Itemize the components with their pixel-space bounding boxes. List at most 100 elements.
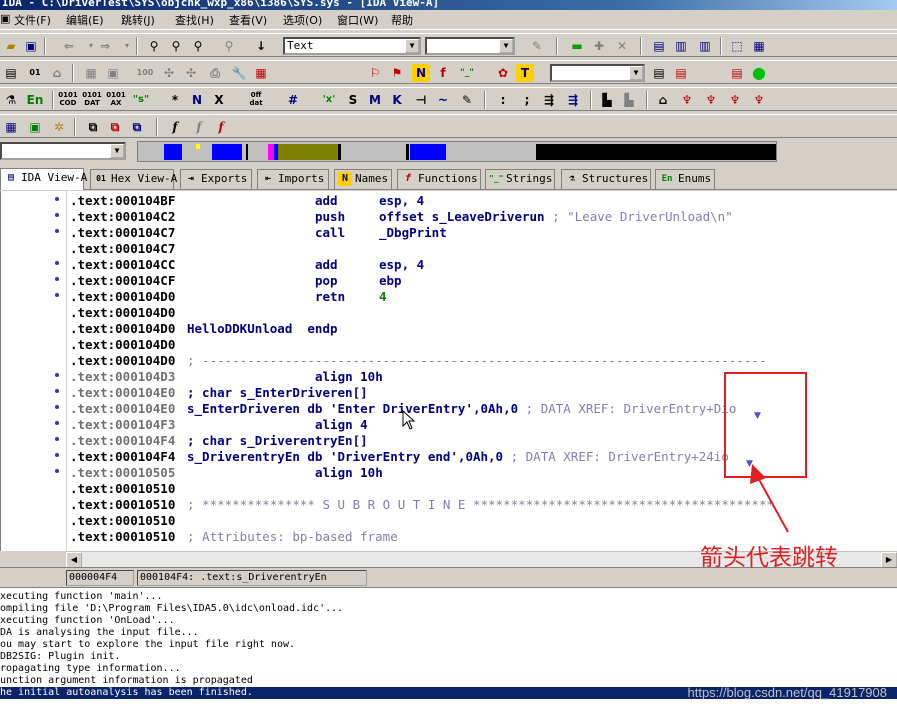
output-window[interactable]: xecuting function 'main'... ompiling fil… <box>0 587 897 711</box>
save-icon[interactable]: ▣ <box>22 37 40 55</box>
asm-line[interactable]: .text:000104F4 s_DriverentryEn db 'Driver… <box>70 449 729 465</box>
tab-strings[interactable]: "_" Strings <box>485 169 555 189</box>
bookmark-icon[interactable]: ▣ <box>104 64 122 82</box>
chevron-down-icon[interactable]: ▼ <box>629 66 643 80</box>
asm-line[interactable]: .text:000104D3 align 10h <box>70 369 383 385</box>
unhide-icon[interactable]: ⇶ <box>564 91 582 109</box>
code-icon[interactable]: ⚗ <box>2 91 20 109</box>
asm-line[interactable]: .text:000104CC add esp, 4 <box>70 257 424 273</box>
hex-icon[interactable]: 100 <box>136 64 154 82</box>
asm-xref-comment[interactable]: ; DATA XREF: DriverEntry+24io <box>503 449 729 464</box>
asm-line[interactable]: .text:000104C7 <box>70 241 175 257</box>
function-end-icon[interactable]: f <box>212 118 230 136</box>
chevron-down-icon[interactable]: ▼ <box>499 39 513 53</box>
asm-line[interactable]: .text:000104D0 <box>70 305 175 321</box>
tab-names[interactable]: N Names <box>334 169 392 189</box>
function-edit-icon[interactable]: f <box>190 118 208 136</box>
scroll-left-icon[interactable]: ◀ <box>66 552 82 568</box>
make-ascii-icon[interactable]: 0101 AX <box>106 91 126 109</box>
asm-line[interactable]: .text:00010510 <box>70 513 175 529</box>
menu-options[interactable]: 选项(O) <box>283 12 322 28</box>
xref-user-icon[interactable]: ♆ <box>726 91 744 109</box>
wrench-icon[interactable]: 🔧 <box>230 64 248 82</box>
asm-line[interactable]: .text:000104E0 s_EnterDriveren db 'Enter … <box>70 401 736 417</box>
menu-window[interactable]: 窗口(W) <box>337 12 378 28</box>
paste-icon[interactable]: ⧉ <box>106 118 124 136</box>
open-icon[interactable]: ▰ <box>2 37 20 55</box>
tab-structures[interactable]: ⚗ Structures <box>561 169 651 189</box>
chart2-icon[interactable]: ▙ <box>620 91 638 109</box>
brush-icon[interactable]: ✎ <box>528 37 546 55</box>
tab-imports[interactable]: ⇤ Imports <box>257 169 329 189</box>
grid-icon[interactable]: ▦ <box>750 37 768 55</box>
calc-icon[interactable]: ▦ <box>82 64 100 82</box>
menu-search[interactable]: 查找(H) <box>175 12 214 28</box>
minus-icon[interactable]: ▬ <box>568 37 586 55</box>
app-menu-icon[interactable]: ▣ <box>0 12 10 25</box>
struct-offset-icon[interactable]: M <box>366 91 384 109</box>
segment-combo[interactable]: ▼ <box>550 64 645 82</box>
struct-edit-icon[interactable]: ⚑ <box>388 64 406 82</box>
asm-line[interactable]: .text:000104CF pop ebp <box>70 273 402 289</box>
asm-line[interactable]: .text:000104D0 <box>70 337 175 353</box>
scroll-right-icon[interactable]: ▶ <box>881 552 897 568</box>
asm-line[interactable]: .text:000104D0 HelloDDKUnload endp <box>70 321 338 337</box>
comment-icon[interactable]: : <box>494 91 512 109</box>
names-n-icon[interactable]: N <box>412 64 430 82</box>
xref-chart-icon[interactable]: ♆ <box>750 91 768 109</box>
char-icon[interactable]: 'x' <box>318 91 340 109</box>
menu-help[interactable]: 帮助 <box>391 12 413 28</box>
graph-icon[interactable]: ⬚ <box>728 37 746 55</box>
segment-select[interactable]: ▼ <box>0 142 126 160</box>
chevron-down-icon[interactable]: ▼ <box>110 144 124 158</box>
forward-icon[interactable]: ⇒ <box>96 37 114 55</box>
tile-horizontal-icon[interactable]: ▥ <box>672 37 690 55</box>
palette-icon[interactable]: ▦ <box>252 64 270 82</box>
negate-icon[interactable]: ⊣ <box>412 91 430 109</box>
bitwise-not-icon[interactable]: ~ <box>434 91 452 109</box>
asm-line[interactable]: .text:000104F4 ; char s_DriverentryEn[] <box>70 433 368 449</box>
search-next-icon[interactable]: ⚲ <box>167 37 185 55</box>
struct-icon[interactable]: ⚐ <box>366 64 384 82</box>
offset-icon[interactable]: 0ff dat <box>246 91 266 109</box>
collapse-icon[interactable]: ✣ <box>160 64 178 82</box>
search-text-icon[interactable]: ⚲ <box>189 37 207 55</box>
chevron-down-icon[interactable]: ▼ <box>405 39 419 53</box>
asm-line[interactable]: .text:000104BF add esp, 4 <box>70 193 424 209</box>
asm-line[interactable]: .text:00010510 <box>70 481 175 497</box>
tab-hex-view[interactable]: 01 Hex View-A <box>90 169 177 189</box>
tab-functions[interactable]: f Functions <box>397 169 481 189</box>
make-data-icon[interactable]: 0101 DAT <box>82 91 102 109</box>
repeat-comment-icon[interactable]: ; <box>518 91 536 109</box>
tab-exports[interactable]: ⇥ Exports <box>180 169 252 189</box>
search-immediate-icon[interactable]: ⚲ <box>220 37 238 55</box>
forward-dropdown-icon[interactable]: ▾ <box>118 37 136 55</box>
tab-enums[interactable]: En Enums <box>655 169 715 189</box>
print-icon[interactable]: ⎙ <box>206 64 224 82</box>
tab-ida-view[interactable]: ▤ IDA View-A <box>0 168 87 190</box>
display-mode-combo[interactable]: Text ▼ <box>283 37 421 55</box>
home-icon[interactable]: ⌂ <box>48 64 66 82</box>
jump-down-icon[interactable]: ↓ <box>252 37 270 55</box>
rename-icon[interactable]: N <box>188 91 206 109</box>
strings-icon[interactable]: "_" <box>458 64 476 82</box>
menu-file[interactable]: 文件(F) <box>14 12 51 28</box>
make-code-icon[interactable]: 0101 COD <box>58 91 78 109</box>
function-icon[interactable]: f <box>166 118 184 136</box>
cpu-icon[interactable]: ▣ <box>26 118 44 136</box>
manual-operand-icon[interactable]: ✎ <box>458 91 476 109</box>
plus-icon[interactable]: ✚ <box>590 37 608 55</box>
doc-icon[interactable]: ▤ <box>2 64 20 82</box>
cross-icon[interactable]: ✕ <box>613 37 631 55</box>
asm-line[interactable]: .text:000104F3 align 4 <box>70 417 368 433</box>
make-string-icon[interactable]: "s" <box>130 91 152 109</box>
number-icon[interactable]: # <box>284 91 302 109</box>
breakpoint-icon[interactable]: ✿ <box>494 64 512 82</box>
back-icon[interactable]: ⇐ <box>60 37 78 55</box>
enum-en-icon[interactable]: En <box>24 91 46 109</box>
clone-icon[interactable]: ⧉ <box>128 118 146 136</box>
list-icon[interactable]: ▤ <box>650 64 668 82</box>
asm-line[interactable]: .text:00010510 ; Attributes: bp-based fra… <box>70 529 398 545</box>
secondary-combo[interactable]: ▼ <box>425 37 515 55</box>
delete-list-icon[interactable]: ▤ <box>672 64 690 82</box>
